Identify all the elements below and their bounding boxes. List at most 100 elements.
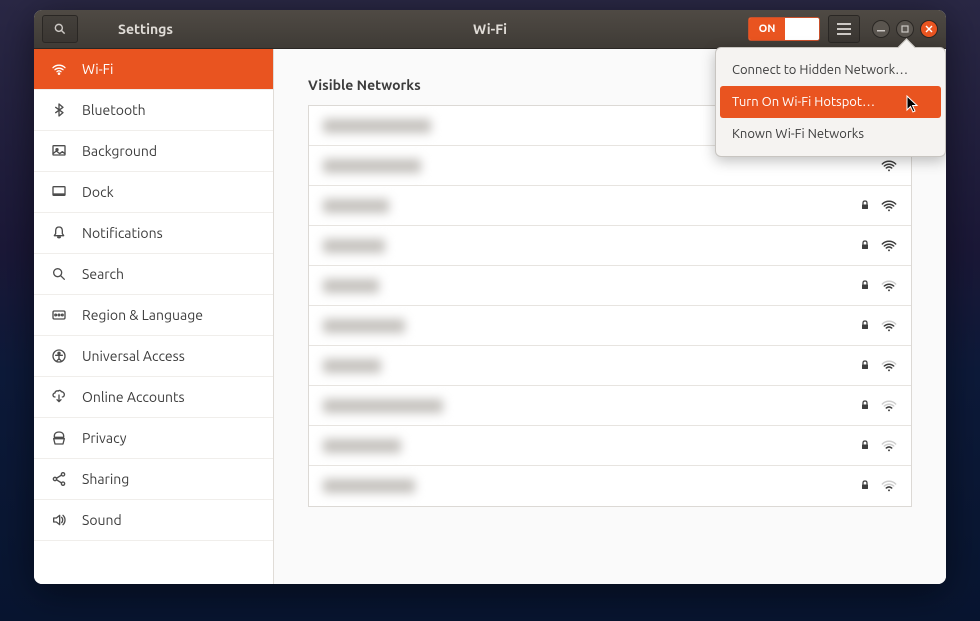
- maximize-button[interactable]: [896, 20, 914, 38]
- network-row[interactable]: [309, 346, 911, 386]
- sidebar-item-universal-access[interactable]: Universal Access: [34, 336, 273, 377]
- wifi-menu-popover: Connect to Hidden Network…Turn On Wi-Fi …: [715, 47, 946, 157]
- wifi-signal-icon: [881, 359, 897, 373]
- lock-icon: [859, 359, 871, 371]
- wifi-signal-icon: [881, 279, 897, 293]
- sidebar-item-sound[interactable]: Sound: [34, 500, 273, 541]
- menu-button[interactable]: [828, 15, 860, 43]
- search-icon: [53, 22, 67, 36]
- lock-icon: [859, 279, 871, 291]
- bell-icon: [50, 225, 68, 241]
- network-name-blurred: [323, 156, 881, 176]
- sidebar-item-privacy[interactable]: Privacy: [34, 418, 273, 459]
- wifi-toggle-knob: [785, 18, 819, 40]
- sidebar: Wi-Fi Bluetooth Background Dock Notification…: [34, 49, 274, 584]
- network-name-blurred: [323, 396, 859, 416]
- content-panel: Visible Networks: [274, 49, 946, 584]
- network-status-icons: [859, 239, 897, 253]
- sidebar-item-label: Notifications: [82, 225, 163, 241]
- popover-item-turn-on-wi-fi-hotspot[interactable]: Turn On Wi-Fi Hotspot…: [720, 86, 941, 118]
- network-status-icons: [859, 199, 897, 213]
- lock-icon: [859, 319, 871, 331]
- sidebar-item-bluetooth[interactable]: Bluetooth: [34, 90, 273, 131]
- wifi-icon: [50, 61, 68, 77]
- window-body: Wi-Fi Bluetooth Background Dock Notification…: [34, 49, 946, 584]
- sidebar-item-label: Dock: [82, 184, 114, 200]
- minimize-button[interactable]: [872, 20, 890, 38]
- sidebar-item-label: Universal Access: [82, 348, 185, 364]
- search-icon: [50, 266, 68, 282]
- popover-item-connect-to-hidden-network[interactable]: Connect to Hidden Network…: [720, 54, 941, 86]
- network-status-icons: [859, 479, 897, 493]
- sidebar-item-label: Privacy: [82, 430, 126, 446]
- network-row[interactable]: [309, 226, 911, 266]
- wifi-signal-icon: [881, 199, 897, 213]
- network-row[interactable]: [309, 386, 911, 426]
- sidebar-item-dock[interactable]: Dock: [34, 172, 273, 213]
- sidebar-item-region-language[interactable]: Region & Language: [34, 295, 273, 336]
- network-row[interactable]: [309, 306, 911, 346]
- popover-item-known-wi-fi-networks[interactable]: Known Wi-Fi Networks: [720, 118, 941, 150]
- lock-icon: [859, 239, 871, 251]
- sidebar-item-online-accounts[interactable]: Online Accounts: [34, 377, 273, 418]
- network-name-blurred: [323, 276, 859, 296]
- sidebar-item-label: Region & Language: [82, 307, 203, 323]
- minimize-icon: [877, 25, 885, 33]
- network-status-icons: [859, 279, 897, 293]
- lock-icon: [859, 399, 871, 411]
- sidebar-item-label: Sharing: [82, 471, 129, 487]
- close-icon: [925, 25, 933, 33]
- dock-icon: [50, 184, 68, 200]
- network-name-blurred: [323, 196, 859, 216]
- wifi-signal-icon: [881, 159, 897, 173]
- network-status-icons: [881, 159, 897, 173]
- wifi-signal-icon: [881, 439, 897, 453]
- settings-window: Settings Wi-Fi ON Wi: [34, 10, 946, 584]
- region-icon: [50, 307, 68, 323]
- network-list: [308, 105, 912, 507]
- sidebar-item-label: Background: [82, 143, 157, 159]
- hamburger-icon: [837, 23, 851, 35]
- sidebar-item-notifications[interactable]: Notifications: [34, 213, 273, 254]
- titlebar-right: ON: [748, 15, 946, 43]
- lock-icon: [859, 439, 871, 451]
- wifi-signal-icon: [881, 479, 897, 493]
- titlebar: Settings Wi-Fi ON: [34, 10, 946, 49]
- network-row[interactable]: [309, 466, 911, 506]
- network-name-blurred: [323, 356, 859, 376]
- sound-icon: [50, 512, 68, 528]
- sidebar-item-label: Bluetooth: [82, 102, 146, 118]
- sidebar-item-label: Sound: [82, 512, 122, 528]
- wifi-signal-icon: [881, 239, 897, 253]
- bluetooth-icon: [50, 102, 68, 118]
- sidebar-item-wi-fi[interactable]: Wi-Fi: [34, 49, 273, 90]
- network-name-blurred: [323, 436, 859, 456]
- wifi-toggle[interactable]: ON: [748, 17, 820, 41]
- wifi-toggle-on-label: ON: [749, 18, 785, 40]
- network-name-blurred: [323, 236, 859, 256]
- lock-icon: [859, 199, 871, 211]
- sidebar-item-search[interactable]: Search: [34, 254, 273, 295]
- network-name-blurred: [323, 476, 859, 496]
- sidebar-item-background[interactable]: Background: [34, 131, 273, 172]
- sharing-icon: [50, 471, 68, 487]
- wifi-signal-icon: [881, 399, 897, 413]
- sidebar-item-label: Wi-Fi: [82, 61, 113, 77]
- sidebar-item-sharing[interactable]: Sharing: [34, 459, 273, 500]
- close-button[interactable]: [920, 20, 938, 38]
- search-button[interactable]: [42, 15, 78, 43]
- network-row[interactable]: [309, 186, 911, 226]
- network-status-icons: [859, 319, 897, 333]
- network-row[interactable]: [309, 266, 911, 306]
- network-status-icons: [859, 439, 897, 453]
- maximize-icon: [901, 25, 909, 33]
- app-title: Settings: [118, 21, 173, 37]
- window-controls: [872, 20, 938, 38]
- network-status-icons: [859, 399, 897, 413]
- universal-icon: [50, 348, 68, 364]
- network-row[interactable]: [309, 426, 911, 466]
- wifi-signal-icon: [881, 319, 897, 333]
- network-status-icons: [859, 359, 897, 373]
- lock-icon: [859, 479, 871, 491]
- privacy-icon: [50, 430, 68, 446]
